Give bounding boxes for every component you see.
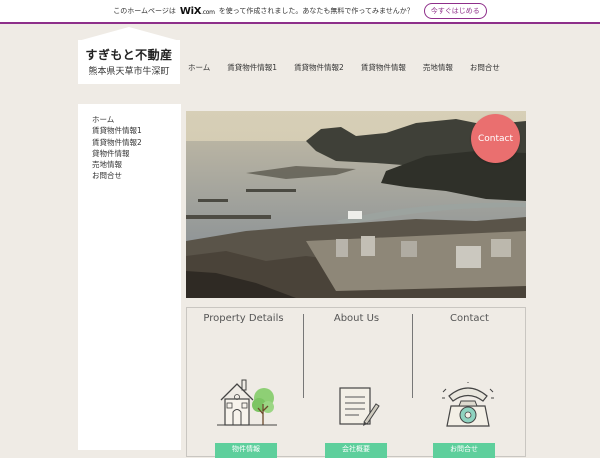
telephone-icon [442,382,494,427]
company-name: すぎもと不動産 [85,48,173,62]
site-logo[interactable]: すぎもと不動産 熊本県天草市牛深町 [78,40,180,84]
left-column: ホーム 賃貸物件情報1 賃貸物件情報2 貸物件情報 売地情報 お問合せ [78,104,181,450]
sidebar-item-rental-2[interactable]: 賃貸物件情報2 [92,137,142,148]
logo-roof [78,27,180,41]
top-nav: ホーム 賃貸物件情報1 賃貸物件情報2 賃貸物件情報 売地情報 お問合せ [188,62,517,73]
nav-item-land[interactable]: 売地情報 [423,62,453,73]
side-nav: ホーム 賃貸物件情報1 賃貸物件情報2 貸物件情報 売地情報 お問合せ [92,114,142,182]
start-now-button[interactable]: 今すぐはじめる [423,3,487,19]
property-info-button[interactable]: 物件情報 [215,443,277,458]
feature-panel: Property Details 物件情報 About Us 会社概要 Cont… [186,307,526,458]
property-details-title: Property Details [203,313,284,324]
about-us-title: About Us [333,313,380,324]
sidebar-item-home[interactable]: ホーム [92,114,142,125]
banner-text-after: を使って作成されました。あなたも無料で作ってみませんか？ [218,7,414,15]
company-profile-button[interactable]: 会社概要 [325,443,387,458]
wix-banner: このホームページは WiX.com を使って作成されました。あなたも無料で作って… [0,0,600,24]
contact-circle-button[interactable]: Contact [471,114,520,163]
contact-column: Contact お問合せ [413,308,526,458]
sidebar-item-land[interactable]: 売地情報 [92,159,142,170]
wix-logo[interactable]: WiX.com [180,6,215,17]
sidebar-item-rental[interactable]: 貸物件情報 [92,148,142,159]
banner-text-before: このホームページは [113,7,176,15]
sidebar-item-rental-1[interactable]: 賃貸物件情報1 [92,125,142,136]
about-us-column: About Us 会社概要 [300,308,413,458]
nav-item-rental-1[interactable]: 賃貸物件情報1 [227,62,277,73]
nav-item-rental-2[interactable]: 賃貸物件情報2 [294,62,344,73]
nav-item-contact[interactable]: お問合せ [470,62,500,73]
document-icon [339,387,380,426]
company-address: 熊本県天草市牛深町 [88,67,170,77]
nav-item-home[interactable]: ホーム [188,62,210,73]
contact-title: Contact [450,313,489,324]
property-details-column: Property Details 物件情報 [187,308,300,458]
sidebar-item-contact[interactable]: お問合せ [92,170,142,181]
house-icon [217,379,277,426]
nav-item-rental[interactable]: 賃貸物件情報 [361,62,406,73]
contact-form-button[interactable]: お問合せ [433,443,495,458]
